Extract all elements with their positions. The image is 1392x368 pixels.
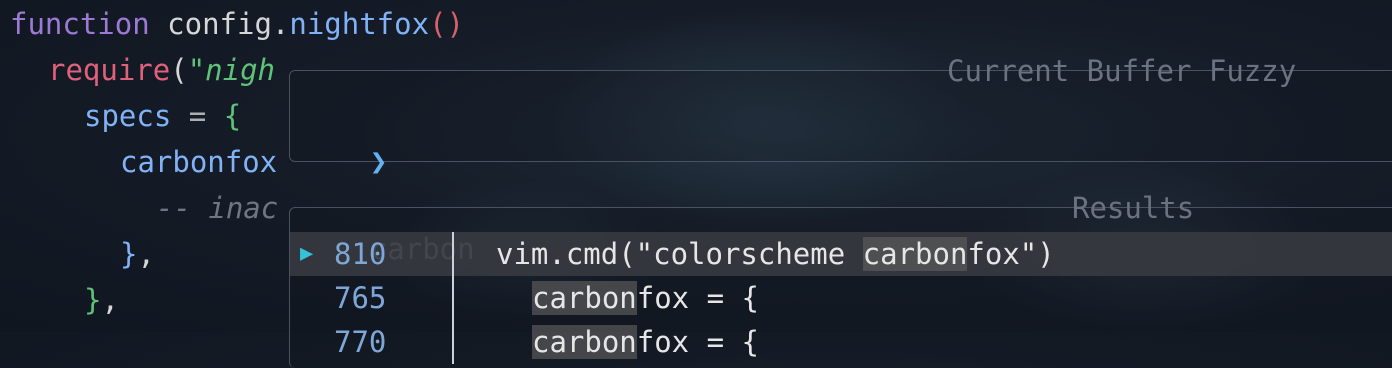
result-code: carbonfox = {	[532, 276, 759, 320]
results-title: Results	[1072, 191, 1195, 225]
code-token: function	[10, 7, 150, 41]
column-separator	[452, 276, 454, 320]
code-line: -- inac	[156, 186, 278, 230]
match-highlight: carbon	[862, 237, 968, 271]
fuzzy-search-prompt[interactable]: Current Buffer Fuzzy ❯ carbon	[289, 54, 1392, 266]
code-token: ,	[101, 283, 119, 317]
code-token: config.	[167, 7, 290, 41]
result-line-number: 765	[334, 281, 387, 315]
code-token: nightfox	[289, 7, 430, 41]
code-token: carbonfox	[120, 145, 278, 179]
code-token: ,	[137, 237, 155, 271]
code-token: }	[84, 283, 102, 317]
prompt-chevron-icon: ❯	[369, 144, 388, 178]
code-token: ()	[429, 7, 464, 41]
column-separator	[452, 232, 454, 276]
result-row[interactable]: 770 carbonfox = {	[290, 320, 1392, 364]
code-token: -- inac	[156, 191, 279, 225]
result-code: carbonfox = {	[532, 320, 759, 364]
code-line: },	[120, 232, 155, 276]
result-row[interactable]: 765 carbonfox = {	[290, 276, 1392, 320]
result-code-prefix: vim.cmd("colorscheme	[496, 237, 863, 271]
code-token: require	[48, 53, 171, 87]
code-token: }	[120, 237, 138, 271]
prompt-title: Current Buffer Fuzzy	[947, 54, 1297, 88]
result-code-suffix: fox = {	[636, 325, 759, 359]
code-token: "nigh	[187, 53, 275, 87]
code-token: =	[171, 99, 224, 133]
result-code-suffix: fox")	[967, 237, 1055, 271]
code-line: require("nigh	[48, 48, 275, 92]
result-line-number: 810	[334, 237, 387, 271]
code-line: carbonfox	[120, 140, 277, 184]
result-line-number: 770	[334, 325, 387, 359]
result-code-suffix: fox = {	[636, 281, 759, 315]
code-line: function config.nightfox()	[10, 2, 464, 46]
match-highlight: carbon	[532, 281, 637, 315]
match-highlight: carbon	[532, 325, 637, 359]
selection-arrow-icon: ▶	[300, 241, 314, 266]
code-line: },	[84, 278, 119, 322]
code-token: specs	[84, 99, 172, 133]
column-separator	[452, 320, 454, 364]
results-panel[interactable]: Results ▶ 810 vim.cmd("colorscheme carbonf…	[289, 191, 1392, 368]
result-row[interactable]: ▶ 810 vim.cmd("colorscheme carbonfox")	[290, 232, 1392, 276]
code-token: {	[223, 99, 242, 133]
code-line: specs = {	[84, 94, 241, 138]
code-token: (	[170, 53, 188, 87]
result-code: vim.cmd("colorscheme carbonfox")	[496, 232, 1055, 276]
